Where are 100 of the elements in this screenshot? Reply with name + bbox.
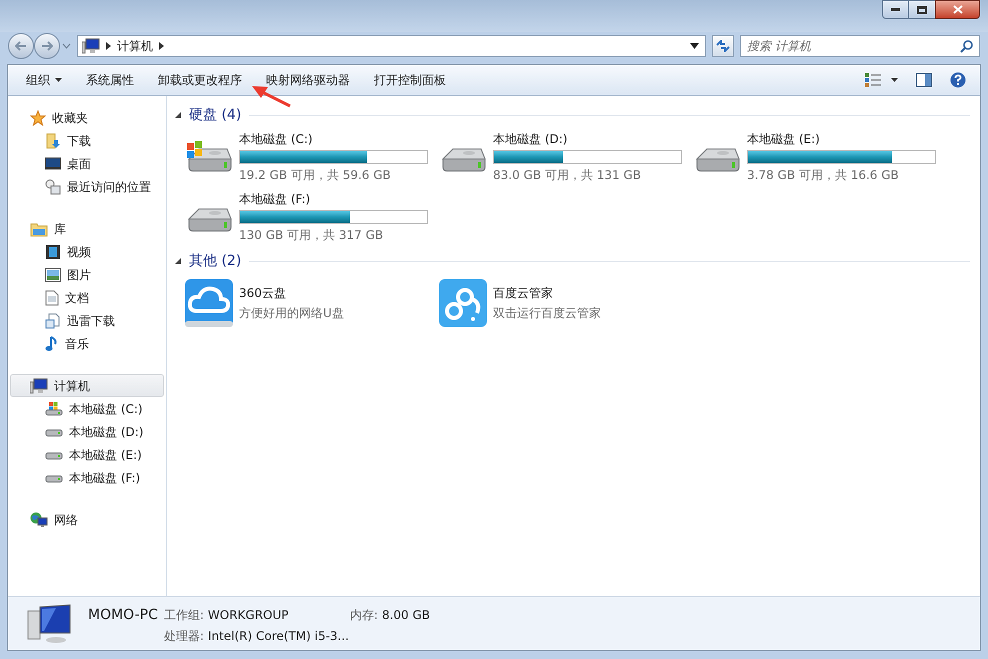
drive-windows-icon (45, 402, 63, 416)
nav-label: 音乐 (65, 336, 89, 352)
history-caret-icon[interactable] (62, 43, 71, 49)
nav-item[interactable]: 桌面 (8, 152, 166, 175)
back-button[interactable] (8, 33, 34, 59)
dropdown-caret-icon[interactable] (690, 43, 699, 49)
close-icon (952, 5, 962, 14)
nav-label: 桌面 (67, 156, 91, 172)
section-header: 硬盘 (4) (189, 106, 242, 124)
nav-item[interactable]: 图片 (8, 263, 166, 286)
nav-label: 迅雷下载 (67, 312, 115, 330)
toolbar-button[interactable]: 打开控制面板 (366, 68, 454, 92)
search-icon (960, 40, 973, 52)
item-caption: 83.0 GB 可用，共 131 GB (493, 167, 642, 184)
detail-label: 工作组: (164, 606, 204, 624)
recent-places-icon (45, 178, 61, 194)
close-button[interactable] (935, 0, 980, 19)
nav-label: 本地磁盘 (C:) (69, 400, 143, 418)
back-arrow-icon (15, 41, 27, 51)
item-name: 百度云管家 (493, 285, 554, 302)
forward-button[interactable] (34, 33, 60, 59)
address-field[interactable]: 计算机 (77, 35, 706, 57)
cloud-app-icon (439, 279, 487, 327)
dropdown-caret-icon (891, 78, 898, 82)
nav-label: 图片 (67, 266, 91, 284)
toolbar-button[interactable]: 组织 (18, 68, 70, 92)
nav-item[interactable]: 本地磁盘 (F:) (8, 466, 166, 489)
item-name: 本地磁盘 (D:) (493, 131, 568, 148)
drive-tile[interactable]: 百度云管家 双击运行百度云管家 (439, 276, 693, 330)
nav-item[interactable]: 本地磁盘 (C:) (8, 397, 166, 420)
item-name: 本地磁盘 (F:) (239, 191, 312, 208)
nav-label: 库 (54, 220, 66, 238)
cloud-app-icon (185, 279, 233, 327)
detail-value: 8.00 GB (382, 606, 430, 624)
picture-frame-icon (45, 268, 61, 282)
nav-label: 计算机 (54, 378, 90, 394)
section-header: 其他 (2) (189, 252, 242, 270)
drive-tile[interactable]: 本地磁盘 (C:) 19.2 GB 可用，共 59.6 GB (185, 130, 439, 184)
help-icon (950, 72, 966, 88)
nav-item[interactable]: 音乐 (8, 332, 166, 355)
item-name: 本地磁盘 (C:) (239, 131, 314, 148)
annotation-arrow (250, 84, 292, 108)
breadcrumb-item[interactable]: 计算机 (117, 37, 153, 55)
document-icon (45, 290, 59, 306)
detail-label: 内存: (350, 606, 378, 624)
detail-value: Intel(R) Core(TM) i5-3... (208, 628, 350, 644)
computer-icon (26, 602, 72, 644)
nav-label: 网络 (54, 512, 78, 528)
dropdown-caret-icon (55, 78, 62, 82)
computer-icon (82, 38, 100, 54)
desktop-icon (45, 156, 61, 170)
nav-item[interactable]: 计算机 (10, 374, 164, 397)
nav-item[interactable]: 视频 (8, 240, 166, 263)
search-field[interactable]: 搜索 计算机 (740, 35, 980, 57)
item-name: 本地磁盘 (E:) (747, 131, 821, 148)
drive-tile[interactable]: 本地磁盘 (D:) 83.0 GB 可用，共 131 GB (439, 130, 693, 184)
detail-label: 处理器: (164, 628, 204, 644)
collapse-triangle-icon[interactable] (175, 112, 181, 118)
nav-label: 文档 (65, 290, 89, 306)
toolbar-button[interactable]: 系统属性 (78, 68, 142, 92)
nav-item[interactable]: 文档 (8, 286, 166, 309)
nav-item[interactable]: 网络 (10, 508, 164, 531)
breadcrumb-arrow-icon (159, 42, 164, 50)
music-note-icon (45, 336, 59, 352)
nav-label: 收藏夹 (52, 110, 88, 126)
nav-item[interactable]: 下载 (8, 129, 166, 152)
nav-item[interactable]: 本地磁盘 (E:) (8, 443, 166, 466)
drive-tile[interactable]: 本地磁盘 (F:) 130 GB 可用，共 317 GB (185, 190, 439, 244)
item-name: 360云盘 (239, 285, 287, 302)
refresh-icon (716, 40, 730, 52)
drive-tile[interactable]: 360云盘 方便好用的网络U盘 (185, 276, 439, 330)
nav-item[interactable]: 本地磁盘 (D:) (8, 420, 166, 443)
nav-item[interactable]: 迅雷下载 (8, 309, 166, 332)
collapse-triangle-icon[interactable] (175, 258, 181, 264)
nav-label: 视频 (67, 244, 91, 260)
item-caption: 130 GB 可用，共 317 GB (239, 227, 384, 244)
nav-item[interactable]: 库 (10, 217, 164, 240)
item-caption: 3.78 GB 可用，共 16.6 GB (747, 167, 900, 184)
detail-value: WORKGROUP (208, 606, 290, 624)
drive-tile[interactable]: 本地磁盘 (E:) 3.78 GB 可用，共 16.6 GB (693, 130, 947, 184)
film-icon (45, 244, 61, 260)
toolbar-button[interactable]: 卸载或更改程序 (150, 68, 250, 92)
minimize-button[interactable] (882, 0, 909, 19)
nav-label: 本地磁盘 (D:) (69, 424, 144, 440)
forward-arrow-icon (41, 41, 53, 51)
toolbar-button[interactable]: 映射网络驱动器 (258, 68, 358, 92)
breadcrumb-arrow-icon (106, 42, 111, 50)
nav-item[interactable]: 收藏夹 (10, 106, 164, 129)
item-caption: 方便好用的网络U盘 (239, 305, 344, 322)
folder-download-icon (45, 132, 61, 148)
maximize-button[interactable] (909, 0, 935, 19)
computer-name: MOMO-PC (88, 606, 158, 624)
refresh-button[interactable] (712, 35, 734, 57)
library-document-icon (45, 312, 61, 328)
network-icon (30, 512, 48, 528)
search-input[interactable]: 搜索 计算机 (747, 37, 960, 55)
nav-item[interactable]: 最近访问的位置 (8, 175, 166, 198)
pane-icon (916, 73, 932, 87)
view-list-icon (865, 73, 881, 87)
library-folder-icon (30, 220, 48, 236)
